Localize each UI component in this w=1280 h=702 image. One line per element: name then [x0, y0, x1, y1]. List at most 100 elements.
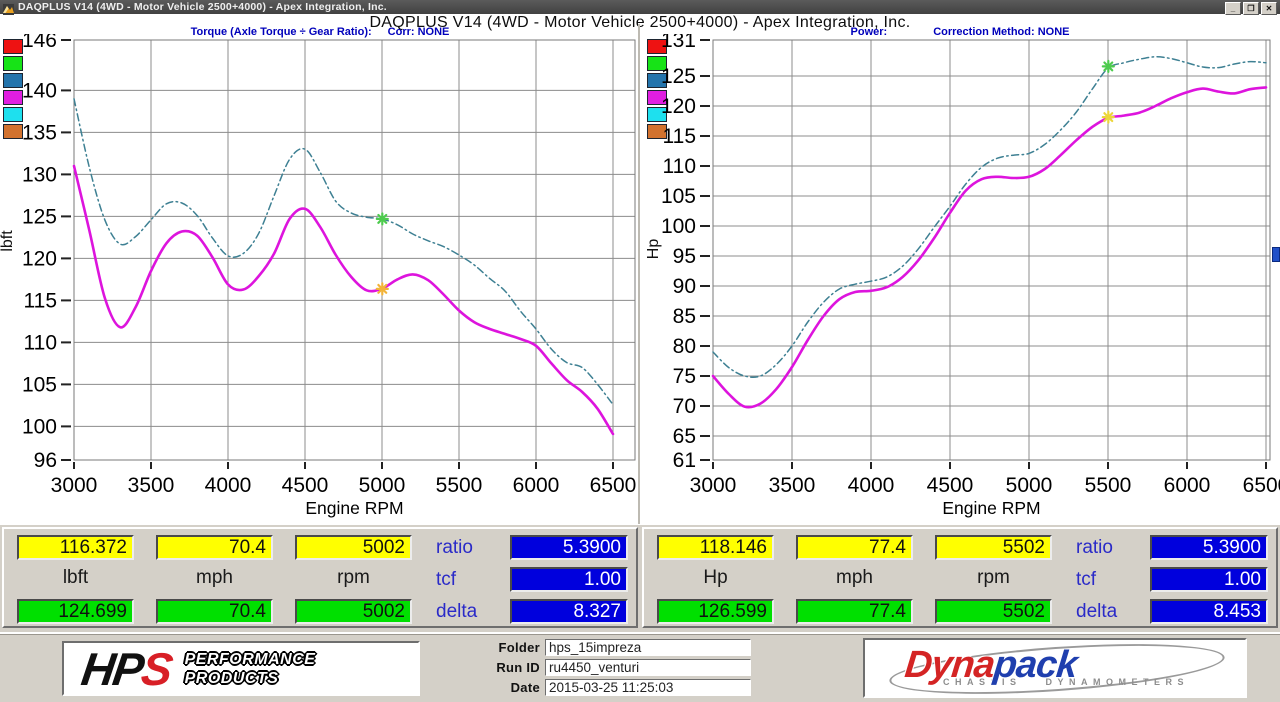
x-tick-label: 3000	[51, 474, 98, 497]
x-tick-label: 3500	[128, 474, 175, 497]
date-label: Date	[478, 680, 540, 695]
footer: HPS PERFORMANCE PRODUCTS Folder hps_15im…	[0, 632, 1280, 702]
torque-readout-panel: 116.372 70.4 5002 lbft mph rpm 124.699 7…	[2, 527, 638, 628]
run-id-label: Run ID	[478, 660, 540, 675]
x-axis-label: Engine RPM	[305, 498, 403, 518]
delta-value: 8.327	[510, 599, 628, 624]
dynapack-logo: CHASSIS DYNAMOMETERS Dynapack	[863, 638, 1247, 698]
folder-label: Folder	[478, 640, 540, 655]
tcf-value: 1.00	[1150, 567, 1268, 592]
x-tick-label: 4500	[927, 474, 974, 497]
y-tick-label: 120	[22, 247, 57, 270]
cursor-marker	[1103, 61, 1114, 72]
y-tick-label: 65	[673, 425, 696, 448]
cursor-marker	[377, 213, 388, 224]
ratio-label: ratio	[436, 535, 508, 560]
rpm-unit-label: rpm	[935, 567, 1052, 589]
torque-rpm-value: 5002	[295, 535, 412, 560]
delta-label: delta	[436, 599, 508, 624]
x-tick-label: 6500	[1243, 474, 1280, 497]
y-tick-label: 140	[22, 79, 57, 102]
x-tick-label: 3000	[690, 474, 737, 497]
y-tick-label: 90	[673, 275, 696, 298]
x-tick-label: 4000	[848, 474, 895, 497]
y-tick-label: 100	[22, 415, 57, 438]
torque-chart[interactable]: 146 140 135 130 125 120 115 110 105 100 963000 3500…	[0, 34, 640, 518]
y-tick-label: 110	[663, 155, 696, 178]
x-tick-label: 3500	[769, 474, 816, 497]
y-tick-label: 130	[22, 163, 57, 186]
x-tick-label: 5000	[1006, 474, 1053, 497]
y-tick-label: 120	[661, 95, 696, 118]
rpm-overlay-value: 5002	[295, 599, 412, 624]
x-tick-label: 6500	[590, 474, 637, 497]
tcf-value: 1.00	[510, 567, 628, 592]
speed-unit-label: mph	[796, 567, 913, 589]
minimize-button[interactable]: _	[1225, 2, 1241, 15]
cursor-marker	[1103, 112, 1114, 123]
y-tick-label: 95	[673, 245, 696, 268]
chart-divider	[638, 24, 640, 524]
torque-speed-value: 70.4	[156, 535, 273, 560]
x-tick-label: 5000	[359, 474, 406, 497]
y-tick-label: 131	[661, 34, 696, 52]
run-id-field[interactable]: ru4450_venturi	[545, 659, 751, 676]
delta-label: delta	[1076, 599, 1148, 624]
app-window: DAQPLUS V14 (4WD - Motor Vehicle 2500+40…	[0, 0, 1280, 702]
ratio-label: ratio	[1076, 535, 1148, 560]
y-tick-label: 146	[22, 34, 57, 52]
power-chart[interactable]: 1311251201151101051009590858075706561300…	[640, 34, 1280, 518]
rpm-unit-label: rpm	[295, 567, 412, 589]
torque-unit-label: lbft	[17, 567, 134, 589]
torque-cursor-value: 116.372	[17, 535, 134, 560]
speed-unit-label: mph	[156, 567, 273, 589]
cursor-marker	[377, 283, 388, 294]
power-overlay-value: 126.599	[657, 599, 774, 624]
y-tick-label: 80	[673, 335, 696, 358]
restore-button[interactable]: ❐	[1243, 2, 1259, 15]
readout-section: 116.372 70.4 5002 lbft mph rpm 124.699 7…	[0, 525, 1280, 632]
x-tick-label: 6000	[1164, 474, 1211, 497]
power-cursor-value: 118.146	[657, 535, 774, 560]
y-tick-label: 135	[22, 121, 57, 144]
x-tick-label: 4500	[282, 474, 329, 497]
y-tick-label: 125	[22, 205, 57, 228]
y-tick-label: 105	[661, 185, 696, 208]
x-tick-label: 5500	[1085, 474, 1132, 497]
tcf-label: tcf	[1076, 567, 1148, 592]
speed-overlay-value: 77.4	[796, 599, 913, 624]
delta-value: 8.453	[1150, 599, 1268, 624]
y-tick-label: 125	[661, 65, 696, 88]
y-tick-label: 115	[24, 289, 57, 312]
scroll-nub[interactable]	[1272, 247, 1280, 262]
window-title: DAQPLUS V14 (4WD - Motor Vehicle 2500+40…	[18, 1, 387, 13]
window-controls: _ ❐ ✕	[1225, 2, 1277, 15]
hps-logo-text: HPS	[79, 645, 174, 693]
power-speed-value: 77.4	[796, 535, 913, 560]
hps-logo: HPS PERFORMANCE PRODUCTS	[62, 641, 420, 696]
y-tick-label: 115	[663, 125, 696, 148]
y-tick-label: 75	[673, 365, 696, 388]
tcf-label: tcf	[436, 567, 508, 592]
y-tick-label: 96	[34, 449, 57, 472]
charts-area: DAQPLUS V14 (4WD - Motor Vehicle 2500+40…	[0, 14, 1280, 525]
hps-logo-tagline: PERFORMANCE PRODUCTS	[185, 650, 316, 688]
x-axis-label: Engine RPM	[942, 498, 1040, 518]
window-titlebar[interactable]: DAQPLUS V14 (4WD - Motor Vehicle 2500+40…	[0, 0, 1280, 14]
torque-overlay-value: 124.699	[17, 599, 134, 624]
y-tick-label: 61	[673, 449, 696, 472]
app-icon	[3, 2, 14, 13]
ratio-value: 5.3900	[1150, 535, 1268, 560]
power-rpm-value: 5502	[935, 535, 1052, 560]
y-tick-label: 100	[661, 215, 696, 238]
y-tick-label: 110	[24, 331, 57, 354]
x-tick-label: 6000	[513, 474, 560, 497]
dynapack-logo-text: Dynapack	[903, 644, 1079, 687]
rpm-overlay-value: 5502	[935, 599, 1052, 624]
power-readout-panel: 118.146 77.4 5502 Hp mph rpm 126.599 77.…	[642, 527, 1278, 628]
power-unit-label: Hp	[657, 567, 774, 589]
folder-field[interactable]: hps_15impreza	[545, 639, 751, 656]
y-tick-label: 105	[22, 373, 57, 396]
close-button[interactable]: ✕	[1261, 2, 1277, 15]
date-field[interactable]: 2015-03-25 11:25:03	[545, 679, 751, 696]
